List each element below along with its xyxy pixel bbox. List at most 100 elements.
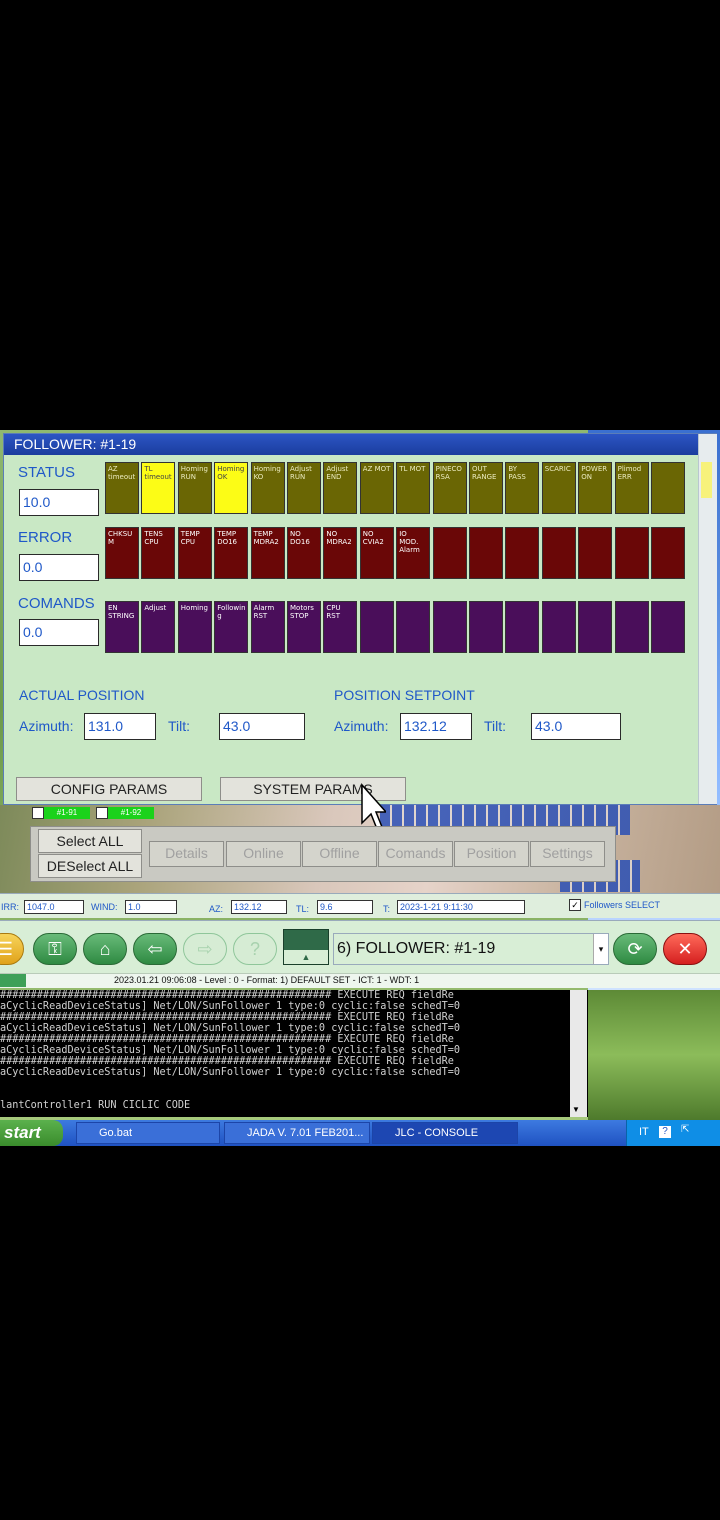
system-tray: IT ? ⇱ <box>626 1120 720 1146</box>
tag-1-checkbox[interactable] <box>32 807 44 819</box>
scroll-down-icon[interactable]: ▼ <box>572 1105 580 1114</box>
offline-button[interactable]: Offline <box>302 841 377 867</box>
setpoint-tilt-label: Tilt: <box>484 718 507 734</box>
command-button-11[interactable] <box>469 601 503 653</box>
select-all-button[interactable]: Select ALL <box>38 829 142 853</box>
error-flag-6: NO DO16 <box>287 527 321 579</box>
status-flag-16 <box>651 462 685 514</box>
close-icon[interactable]: ✕ <box>663 933 707 965</box>
console-line: ########################################… <box>0 990 454 1001</box>
t-label: T: <box>383 904 391 914</box>
device-thumbnail[interactable]: ▲ <box>283 929 329 965</box>
device-select-dropdown[interactable]: 6) FOLLOWER: #1-19 ▾ <box>333 933 609 965</box>
actual-position-title: ACTUAL POSITION <box>19 687 145 703</box>
config-params-button[interactable]: CONFIG PARAMS <box>16 777 202 801</box>
command-button-9[interactable] <box>396 601 431 653</box>
tag-2-checkbox[interactable] <box>96 807 108 819</box>
status-flag-4: Homing OK <box>214 462 249 514</box>
forward-arrow-icon[interactable]: ⇨ <box>183 933 227 965</box>
details-button[interactable]: Details <box>149 841 224 867</box>
error-flag-9: IO MOD. Alarm <box>396 527 431 579</box>
command-button-5[interactable]: Alarm RST <box>250 601 285 653</box>
error-flag-5: TEMP MDRA2 <box>250 527 285 579</box>
refresh-icon[interactable]: ⟳ <box>613 933 657 965</box>
console-line: lantController1 RUN CICLIC CODE <box>0 1100 191 1111</box>
tag-2[interactable]: #1-92 <box>108 807 154 819</box>
status-flag-1: AZ timeout <box>105 462 139 514</box>
error-flag-10 <box>432 527 467 579</box>
setpoint-azimuth-label: Azimuth: <box>334 718 389 734</box>
status-flag-10: PINECO RSA <box>432 462 467 514</box>
error-flag-4: TEMP DO16 <box>214 527 249 579</box>
status-line: IRR: 1047.0 WIND: 1.0 AZ: 132.12 TL: 9.6… <box>0 893 720 918</box>
datetime-field: 2023-1-21 9:11:30 <box>397 900 525 914</box>
task-jada[interactable]: JADA V. 7.01 FEB201... <box>224 1122 370 1144</box>
help-tray-icon[interactable]: ? <box>659 1126 671 1138</box>
followers-select-checkbox[interactable]: ✓ <box>569 899 581 911</box>
command-button-12[interactable] <box>505 601 540 653</box>
menu-icon[interactable]: ☰ <box>0 933 24 965</box>
expand-icon: ▲ <box>284 950 328 964</box>
tray-restore-icon[interactable]: ⇱ <box>681 1124 689 1135</box>
comands-value-field[interactable]: 0.0 <box>19 619 99 646</box>
home-icon[interactable]: ⌂ <box>83 933 127 965</box>
window-titlebar[interactable]: FOLLOWER: #1-19 <box>4 434 698 455</box>
help-icon[interactable]: ? <box>233 933 277 965</box>
tl-label: TL: <box>296 904 310 914</box>
command-button-2[interactable]: Adjust <box>141 601 176 653</box>
error-value-field[interactable]: 0.0 <box>19 554 99 581</box>
command-button-13[interactable] <box>541 601 576 653</box>
task-go-bat-label: Go.bat <box>99 1127 133 1139</box>
error-flag-16 <box>651 527 685 579</box>
back-arrow-icon[interactable]: ⇦ <box>133 933 177 965</box>
deselect-all-button[interactable]: DESelect ALL <box>38 854 142 878</box>
command-button-7[interactable]: CPU RST <box>323 601 358 653</box>
wind-label: WIND: <box>91 902 118 912</box>
error-flag-14 <box>578 527 613 579</box>
console-scrollbar[interactable]: ▼ <box>570 990 587 1117</box>
setpoint-tilt-field[interactable]: 43.0 <box>531 713 621 740</box>
error-flag-2: TENS CPU <box>141 527 176 579</box>
command-button-8[interactable] <box>359 601 394 653</box>
console-output: ########################################… <box>0 990 588 1117</box>
scrollbar-thumb[interactable] <box>701 462 712 498</box>
actual-azimuth-field[interactable]: 131.0 <box>84 713 156 740</box>
tag-1[interactable]: #1-91 <box>44 807 90 819</box>
status-value-field[interactable]: 10.0 <box>19 489 99 516</box>
command-button-15[interactable] <box>614 601 649 653</box>
setpoint-azimuth-field[interactable]: 132.12 <box>400 713 472 740</box>
window-title: FOLLOWER: #1-19 <box>14 436 137 452</box>
info-bar: 2023.01.21 09:06:08 - Level : 0 - Format… <box>0 973 720 988</box>
task-jlc-console[interactable]: JLC - CONSOLE <box>372 1122 518 1144</box>
wind-field: 1.0 <box>125 900 177 914</box>
console-line: ########################################… <box>0 1034 454 1045</box>
start-button[interactable]: start <box>0 1120 63 1146</box>
command-button-4[interactable]: Followin g <box>214 601 249 653</box>
task-go-bat[interactable]: Go.bat <box>76 1122 220 1144</box>
status-flag-3: Homing RUN <box>177 462 212 514</box>
comands-button[interactable]: Comands <box>378 841 453 867</box>
status-flag-7: Adjust END <box>323 462 358 514</box>
error-flag-3: TEMP CPU <box>177 527 212 579</box>
actual-tilt-field[interactable]: 43.0 <box>219 713 305 740</box>
command-button-14[interactable] <box>578 601 613 653</box>
command-button-1[interactable]: EN STRING <box>105 601 139 653</box>
status-flag-12: BY PASS <box>505 462 540 514</box>
status-label: STATUS <box>18 464 75 481</box>
command-button-10[interactable] <box>432 601 467 653</box>
command-button-3[interactable]: Homing <box>177 601 212 653</box>
error-flag-15 <box>614 527 649 579</box>
language-indicator[interactable]: IT <box>639 1126 649 1138</box>
position-button[interactable]: Position <box>454 841 529 867</box>
online-button[interactable]: Online <box>226 841 301 867</box>
settings-button[interactable]: Settings <box>530 841 605 867</box>
task-jada-label: JADA V. 7.01 FEB201... <box>247 1127 364 1139</box>
selection-panel: Select ALL DESelect ALL Details Online O… <box>30 826 616 882</box>
follower-window: FOLLOWER: #1-19 STATUS 10.0 AZ timeout TL… <box>3 433 717 805</box>
command-button-16[interactable] <box>651 601 685 653</box>
key-icon[interactable]: ⚿ <box>33 933 77 965</box>
error-label: ERROR <box>18 529 73 546</box>
setpoint-title: POSITION SETPOINT <box>334 687 475 703</box>
command-button-6[interactable]: Motors STOP <box>287 601 321 653</box>
